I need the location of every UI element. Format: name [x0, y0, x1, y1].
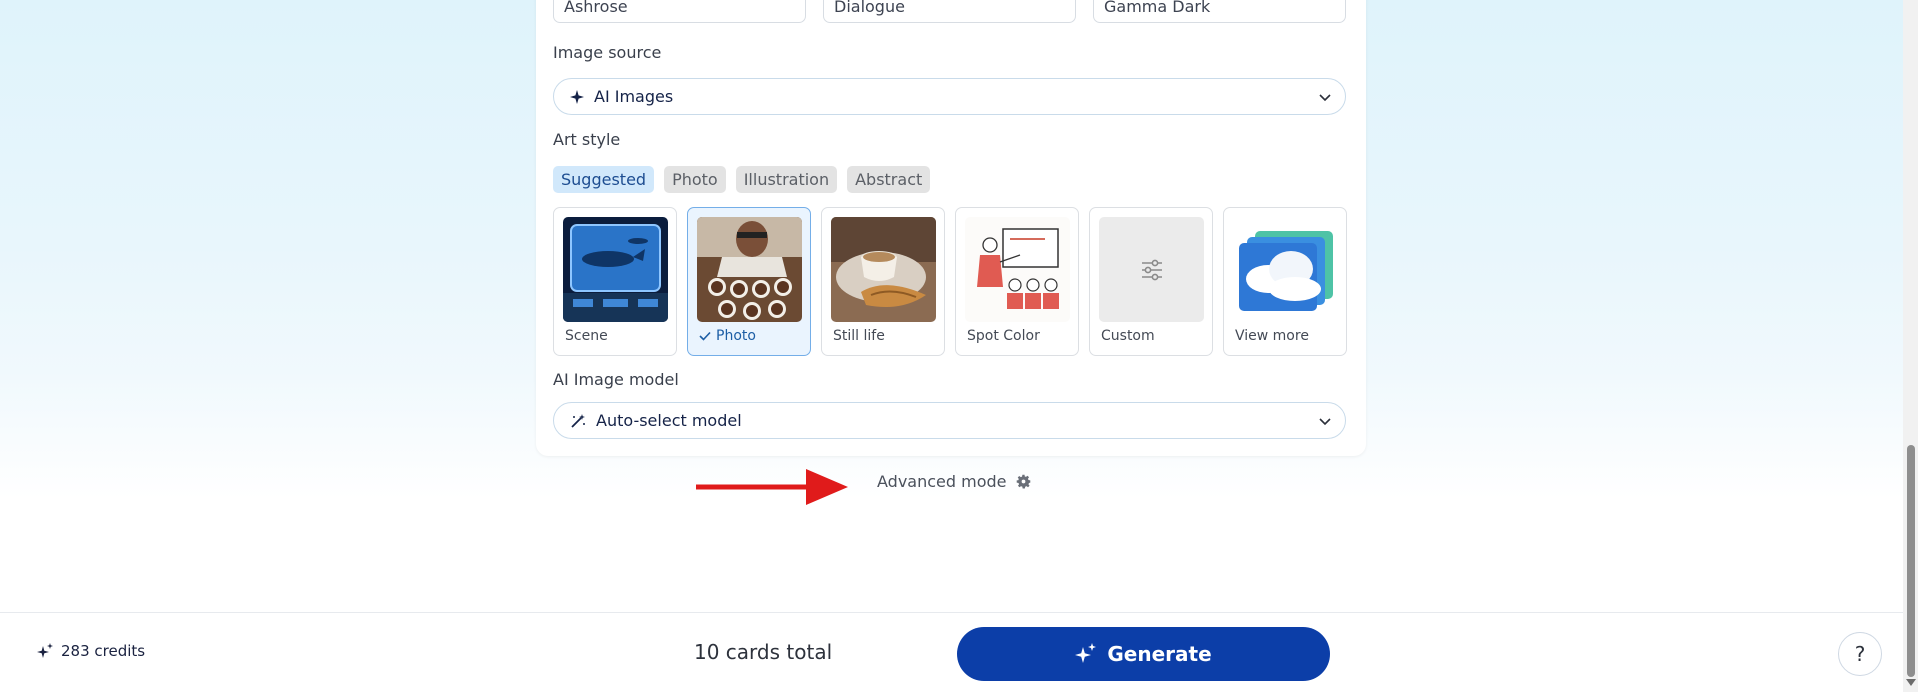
spot-color-thumbnail: [965, 217, 1070, 322]
ai-model-select[interactable]: Auto-select model: [553, 402, 1346, 439]
art-style-label: Art style: [553, 130, 621, 149]
style-card-label: Custom: [1101, 328, 1155, 344]
style-card-label: Photo: [716, 328, 756, 344]
settings-panel: Ashrose Dialogue Gamma Dark Image source…: [536, 0, 1366, 456]
footer-bar: 283 credits 10 cards total Generate ?: [0, 612, 1903, 692]
font-input-value: Ashrose: [564, 0, 628, 16]
sparkle-icon: [570, 89, 584, 104]
generate-label: Generate: [1107, 642, 1212, 666]
generate-button[interactable]: Generate: [957, 627, 1330, 681]
style-card-custom[interactable]: Custom: [1089, 207, 1213, 356]
style-card-view-more[interactable]: View more: [1223, 207, 1347, 356]
style-card-label: Still life: [833, 328, 885, 344]
image-source-label: Image source: [553, 43, 662, 62]
art-style-cards: Scene Photo Still life Spot Color Custom…: [553, 207, 1347, 356]
photo-thumbnail: [697, 217, 802, 322]
page-scrollbar[interactable]: [1903, 0, 1918, 692]
sparkles-icon: [1075, 643, 1097, 663]
style-card-label: View more: [1235, 328, 1309, 344]
advanced-mode-button[interactable]: Advanced mode: [877, 472, 1032, 491]
chevron-down-icon: [1319, 94, 1331, 102]
style-card-photo[interactable]: Photo: [687, 207, 811, 356]
image-source-value: AI Images: [594, 87, 674, 106]
help-button[interactable]: ?: [1838, 632, 1882, 676]
text-style-input[interactable]: Dialogue: [823, 0, 1076, 23]
credits-indicator[interactable]: 283 credits: [37, 642, 145, 660]
tab-abstract[interactable]: Abstract: [847, 166, 931, 193]
theme-inputs-row: Ashrose Dialogue Gamma Dark: [553, 0, 1346, 23]
image-source-select[interactable]: AI Images: [553, 78, 1346, 115]
scene-thumbnail: [563, 217, 668, 322]
tab-suggested[interactable]: Suggested: [553, 166, 655, 193]
help-icon: ?: [1854, 642, 1866, 666]
sparkles-icon: [37, 643, 53, 658]
style-card-label: Spot Color: [967, 328, 1040, 344]
chevron-down-icon: [1319, 418, 1331, 426]
scroll-down-arrow-icon[interactable]: [1906, 679, 1916, 686]
still-life-thumbnail: [831, 217, 936, 322]
art-style-tabs: Suggested Photo Illustration Abstract: [553, 166, 931, 193]
style-card-label: Scene: [565, 328, 608, 344]
ai-model-label: AI Image model: [553, 370, 679, 389]
view-more-thumbnail: [1233, 217, 1338, 322]
tab-illustration[interactable]: Illustration: [735, 166, 838, 193]
check-icon: [699, 331, 711, 341]
scrollbar-thumb[interactable]: [1907, 445, 1915, 677]
style-card-still-life[interactable]: Still life: [821, 207, 945, 356]
style-card-scene[interactable]: Scene: [553, 207, 677, 356]
custom-thumbnail: [1099, 217, 1204, 322]
theme-input-value: Gamma Dark: [1104, 0, 1211, 16]
advanced-mode-label: Advanced mode: [877, 472, 1007, 491]
gear-icon: [1016, 474, 1030, 489]
font-input[interactable]: Ashrose: [553, 0, 806, 23]
ai-model-value: Auto-select model: [596, 411, 742, 430]
text-style-input-value: Dialogue: [834, 0, 905, 16]
annotation-arrow-icon: [696, 469, 848, 505]
cards-total: 10 cards total: [694, 640, 833, 664]
theme-input[interactable]: Gamma Dark: [1093, 0, 1346, 23]
credits-label: 283 credits: [61, 642, 146, 660]
tab-photo[interactable]: Photo: [664, 166, 726, 193]
sliders-icon: [1141, 259, 1162, 280]
magic-wand-icon: [571, 413, 585, 428]
style-card-spot-color[interactable]: Spot Color: [955, 207, 1079, 356]
